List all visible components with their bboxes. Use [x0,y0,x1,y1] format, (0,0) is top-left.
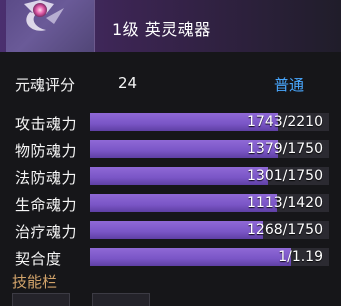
skill-slot[interactable] [12,293,70,306]
stat-value: 1301/1750 [247,168,323,184]
stat-bar: 1/1.19 [90,248,329,266]
stat-value: 1743/2210 [247,114,323,130]
stat-row-healing: 治疗魂力 1268/1750 [0,219,341,241]
stat-bar-fill [90,167,268,185]
stat-label: 法防魂力 [15,169,78,187]
stat-bar: 1301/1750 [90,167,329,185]
stat-row-attack: 攻击魂力 1743/2210 [0,111,341,133]
stat-row-compatibility: 契合度 1/1.19 [0,246,341,268]
stat-row-health: 生命魂力 1113/1420 [0,192,341,214]
stat-bar-fill [90,248,291,266]
stat-bar: 1379/1750 [90,140,329,158]
soul-vessel-icon[interactable] [6,0,95,52]
item-title: 1级 英灵魂器 [112,20,211,39]
stat-bar: 1113/1420 [90,194,329,212]
quality-grade: 普通 [274,76,305,94]
stat-value: 1113/1420 [247,195,323,211]
stat-bar: 1268/1750 [90,221,329,239]
stat-value: 1/1.19 [278,249,323,265]
skill-slot[interactable] [92,293,150,306]
skill-bar-title: 技能栏 [12,273,58,291]
stat-value: 1268/1750 [247,222,323,238]
stat-bar: 1743/2210 [90,113,329,131]
stat-label: 生命魂力 [15,196,78,214]
soul-rating-row: 元魂评分 24 普通 [0,66,341,96]
soul-rating-label: 元魂评分 [15,76,76,94]
stat-label: 契合度 [15,250,62,268]
stat-label: 物防魂力 [15,142,78,160]
stat-label: 治疗魂力 [15,223,78,241]
stat-value: 1379/1750 [247,141,323,157]
stat-row-magic-defense: 法防魂力 1301/1750 [0,165,341,187]
stat-label: 攻击魂力 [15,115,78,133]
stat-bar-fill [90,221,264,239]
stat-row-physical-defense: 物防魂力 1379/1750 [0,138,341,160]
item-header: 1级 英灵魂器 [0,0,341,52]
soul-rating-value: 24 [118,74,138,92]
